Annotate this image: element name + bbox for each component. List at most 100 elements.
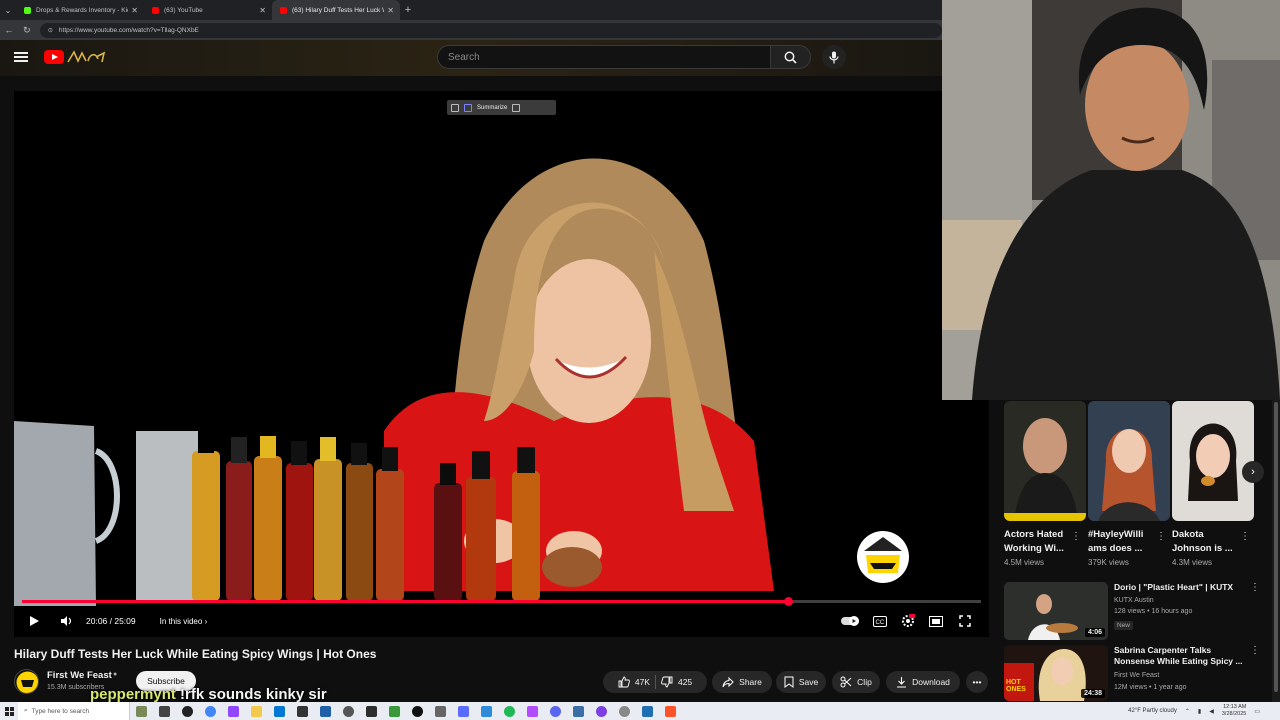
tray-overflow-icon[interactable]: ⌃ <box>1185 708 1190 715</box>
steam-icon[interactable] <box>642 705 653 717</box>
gear-icon <box>902 614 915 627</box>
short-thumbnail[interactable] <box>1172 401 1254 521</box>
app-icon[interactable] <box>504 705 515 717</box>
tab-youtube-home[interactable]: (63) YouTube ✕ <box>144 0 272 20</box>
new-badge: New <box>1114 621 1134 630</box>
time-display: 20:06 / 25:09 <box>86 616 136 626</box>
new-tab-button[interactable]: + <box>400 0 416 20</box>
short-title[interactable]: Actors Hated Working Wi... <box>1004 528 1076 556</box>
chapters-button[interactable]: In this video › <box>160 617 208 626</box>
channel-avatar[interactable] <box>14 669 39 694</box>
clip-button[interactable]: Clip <box>832 671 880 693</box>
video-thumbnail[interactable]: 4:06 <box>1004 582 1108 640</box>
dislike-button[interactable]: 425 <box>661 676 692 688</box>
more-vert-icon[interactable]: ⋮ <box>1240 531 1250 542</box>
more-vert-icon[interactable]: ⋮ <box>1250 645 1260 656</box>
app-icon[interactable] <box>297 705 308 717</box>
video-thumbnail[interactable]: HOT ONES 24:38 <box>1004 645 1108 701</box>
menu-icon[interactable] <box>14 50 28 64</box>
close-tab-icon[interactable]: ✕ <box>131 6 138 15</box>
settings-button[interactable] <box>901 614 915 628</box>
notifications-icon[interactable]: ▭ <box>1254 708 1260 715</box>
site-info-icon[interactable]: ⊙ <box>48 27 53 34</box>
chrome-icon[interactable] <box>205 705 216 717</box>
app-icon[interactable] <box>481 705 492 717</box>
tab-youtube-video[interactable]: (63) Hilary Duff Tests Her Luck Wh ✕ <box>272 0 400 20</box>
more-actions-button[interactable]: ••• <box>966 671 988 693</box>
shorts-next-button[interactable]: › <box>1242 461 1264 483</box>
app-icon[interactable] <box>458 705 469 717</box>
back-arrow-icon[interactable]: ← <box>0 25 18 35</box>
voice-search-button[interactable] <box>822 45 846 69</box>
channel-name[interactable]: First We Feast <box>47 670 112 681</box>
mute-button[interactable] <box>60 615 72 627</box>
weather-widget[interactable]: 42°F Partly cloudy <box>1128 708 1177 714</box>
app-icon[interactable] <box>412 705 423 717</box>
more-vert-icon[interactable]: ⋮ <box>1156 531 1166 542</box>
share-button[interactable]: Share <box>712 671 772 693</box>
like-dislike-group: 47K 425 <box>603 671 707 693</box>
tab-kick-drops[interactable]: Drops & Rewards Inventory - Kic ✕ <box>16 0 144 20</box>
scrollbar-thumb[interactable] <box>1274 402 1278 692</box>
youtube-favicon-icon <box>280 6 287 14</box>
seek-bar[interactable] <box>22 597 981 606</box>
play-button[interactable] <box>28 615 40 627</box>
reload-icon[interactable]: ↻ <box>18 25 36 36</box>
recommended-video[interactable]: HOT ONES 24:38 Sabrina Carpenter Talks N… <box>1004 645 1262 701</box>
fullscreen-icon <box>959 615 971 627</box>
youtube-logo[interactable] <box>44 50 64 64</box>
app-icon[interactable] <box>527 705 538 717</box>
autoplay-toggle[interactable] <box>841 616 861 626</box>
url-field[interactable]: ⊙ https://www.youtube.com/watch?v=Tllag-… <box>39 22 942 38</box>
app-icon[interactable] <box>573 705 584 717</box>
download-button[interactable]: Download <box>886 671 960 693</box>
short-image <box>1088 401 1170 521</box>
file-explorer-icon[interactable] <box>251 705 262 717</box>
theater-mode-button[interactable] <box>929 615 943 627</box>
twitch-icon[interactable] <box>228 705 239 717</box>
taskbar-clock[interactable]: 12:13 AM 3/28/2025 <box>1222 704 1246 718</box>
save-button[interactable]: Save <box>776 671 826 693</box>
more-vert-icon[interactable]: ⋮ <box>1250 582 1260 593</box>
more-vert-icon[interactable]: ⋮ <box>1071 531 1081 542</box>
translate-icon[interactable] <box>512 103 521 112</box>
short-thumbnail[interactable] <box>1004 401 1086 521</box>
obs-icon[interactable] <box>182 705 193 717</box>
captions-button[interactable]: CC <box>873 615 887 627</box>
youtube-doodle-logo[interactable] <box>66 49 108 65</box>
video-player[interactable]: Summarize 20:06 / 25:09 In this video › … <box>14 91 989 637</box>
like-button[interactable]: 47K <box>618 676 650 688</box>
summarize-button[interactable]: Summarize <box>477 105 507 111</box>
search-highlight-icon[interactable] <box>136 705 147 717</box>
brave-icon[interactable] <box>665 705 676 717</box>
terminal-icon[interactable] <box>366 705 377 717</box>
page-scrollbar[interactable] <box>1272 400 1280 702</box>
task-view-icon[interactable] <box>159 705 170 717</box>
app-icon[interactable] <box>320 705 331 717</box>
app-icon[interactable] <box>343 705 354 717</box>
channel-name[interactable]: KUTX Austin <box>1114 597 1154 604</box>
recommended-video[interactable]: 4:06 Dorio | "Plastic Heart" | KUTX KUTX… <box>1004 582 1262 640</box>
fullscreen-button[interactable] <box>959 615 971 627</box>
start-button[interactable] <box>0 706 18 716</box>
close-tab-icon[interactable]: ✕ <box>259 6 266 15</box>
edge-icon[interactable] <box>274 705 285 717</box>
picture-in-picture-icon[interactable] <box>451 103 459 112</box>
channel-name[interactable]: First We Feast <box>1114 672 1159 679</box>
taskbar-search-box[interactable]: ⌕ Type here to search <box>18 702 130 720</box>
volume-icon[interactable]: ◀ <box>1209 708 1214 715</box>
extension-icon[interactable] <box>464 103 472 112</box>
discord-icon[interactable] <box>550 705 561 717</box>
short-thumbnail[interactable] <box>1088 401 1170 521</box>
app-icon[interactable] <box>435 705 446 717</box>
tab-search-icon[interactable]: ⌄ <box>0 0 16 20</box>
network-icon[interactable]: ▮ <box>1198 708 1201 715</box>
app-icon[interactable] <box>619 705 630 717</box>
app-icon[interactable] <box>596 705 607 717</box>
app-icon[interactable] <box>389 705 400 717</box>
search-input[interactable]: Search <box>437 45 771 69</box>
short-title[interactable]: #HayleyWilli ams does ... <box>1088 528 1160 556</box>
close-tab-icon[interactable]: ✕ <box>387 6 394 15</box>
short-title[interactable]: Dakota Johnson is ... <box>1172 528 1244 556</box>
search-button[interactable] <box>771 45 811 69</box>
